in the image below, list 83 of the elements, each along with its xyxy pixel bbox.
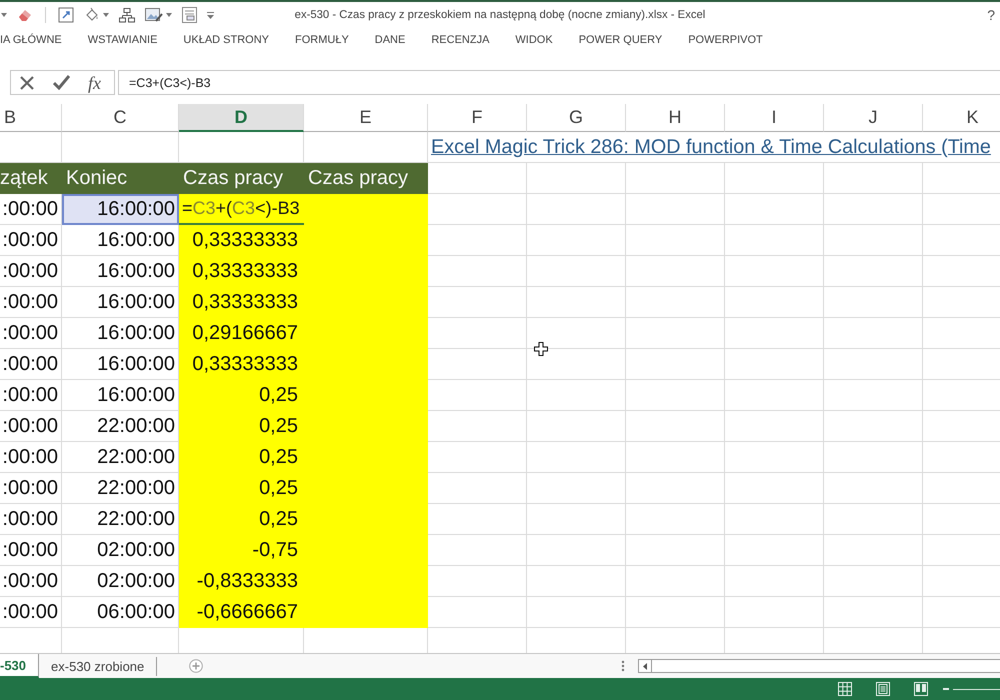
table-cell-text: :00:00 — [1, 569, 59, 594]
header-cell: Czas pracy — [304, 163, 428, 194]
table-cell-text: :00:00 — [1, 600, 59, 625]
table-cell: 0,25 — [179, 380, 304, 411]
table-cell-text: :00:00 — [1, 321, 59, 346]
table-cell: 0,25 — [179, 442, 304, 473]
header-cell: Koniec — [62, 163, 179, 194]
ribbon-tab[interactable]: FORMUŁY — [295, 32, 349, 50]
caret-down-icon[interactable] — [166, 13, 172, 17]
table-cell-text: 02:00:00 — [96, 569, 176, 594]
table-cell-text: 16:00:00 — [96, 383, 176, 408]
formula-input[interactable]: =C3+(C3<)-B3 — [118, 70, 1000, 95]
table-cell-text: :00:00 — [1, 352, 59, 377]
header-cell: Czas pracy — [179, 163, 304, 194]
table-cell: 0,33333333 — [179, 287, 304, 318]
table-cell-text: :00:00 — [1, 290, 59, 315]
caret-down-icon[interactable] — [103, 13, 109, 17]
table-cell-text: 22:00:00 — [96, 476, 176, 501]
table-cell: 0,29166667 — [179, 318, 304, 349]
sheet-tab[interactable]: -530 — [0, 654, 40, 678]
form-icon[interactable] — [182, 7, 197, 23]
table-cell: 0,33333333 — [179, 256, 304, 287]
ribbon-tab[interactable]: IA GŁÓWNE — [0, 32, 62, 50]
paint-bucket-icon[interactable] — [84, 7, 100, 23]
table-cell-text: 22:00:00 — [96, 414, 176, 439]
triangle-left-icon — [643, 662, 647, 670]
sheet-tab[interactable]: ex-530 zrobione — [39, 657, 158, 676]
page-layout-icon[interactable] — [876, 682, 890, 696]
cross-cursor-icon — [534, 342, 548, 356]
table-cell-text: 22:00:00 — [96, 445, 176, 470]
table-cell-text: :00:00 — [1, 507, 59, 532]
table-cell-text: 06:00:00 — [96, 600, 176, 625]
table-cell: 0,25 — [179, 473, 304, 504]
table-cell-text: :00:00 — [1, 476, 59, 501]
table-cell-text: :00:00 — [1, 445, 59, 470]
table-cell: 0,33333333 — [179, 349, 304, 380]
caret-down-icon[interactable] — [1, 13, 7, 17]
ribbon-tab[interactable]: UKŁAD STRONY — [183, 32, 269, 50]
customize-caret-icon[interactable] — [207, 12, 214, 18]
ribbon-tab[interactable]: WIDOK — [515, 32, 553, 50]
table-cell-text: :00:00 — [1, 414, 59, 439]
window-title: ex-530 - Czas pracy z przeskokiem na następną dobę (nocne zmiany).xlsx - Excel — [294, 9, 706, 21]
hierarchy-icon[interactable] — [119, 8, 135, 22]
ribbon-tab[interactable]: DANE — [374, 32, 406, 50]
zoom-slider-track[interactable] — [953, 688, 1000, 690]
table-cell-text: 16:00:00 — [96, 290, 176, 315]
cancel-icon[interactable] — [19, 74, 35, 90]
ribbon-tab[interactable]: POWERPIVOT — [688, 32, 763, 50]
table-cell: 16:00:00 — [62, 194, 179, 225]
table-cell: -0,75 — [179, 535, 304, 566]
picture-edit-icon[interactable] — [145, 7, 163, 23]
column-header[interactable]: D — [179, 104, 304, 132]
table-cell: -0,6666667 — [179, 597, 304, 628]
table-cell: 0,25 — [179, 411, 304, 442]
table-cell-text: 02:00:00 — [96, 538, 176, 563]
table-cell-text: :00:00 — [1, 538, 59, 563]
scroll-left-button[interactable] — [638, 659, 652, 673]
table-cell-text: 16:00:00 — [96, 352, 176, 377]
ribbon-tab[interactable]: RECENZJA — [431, 32, 490, 50]
splitter-icon[interactable] — [621, 660, 625, 672]
add-sheet-icon[interactable] — [189, 659, 204, 673]
insert-function-button[interactable]: fx — [88, 74, 101, 92]
table-cell-text: 22:00:00 — [96, 507, 176, 532]
page-break-icon[interactable] — [914, 682, 928, 696]
header-cell: zątek — [0, 163, 62, 194]
table-cell-text: :00:00 — [1, 383, 59, 408]
table-cell-text: 16:00:00 — [96, 259, 176, 284]
table-cell: 0,25 — [179, 504, 304, 535]
frame-icon[interactable] — [58, 7, 74, 23]
table-cell: -0,8333333 — [179, 566, 304, 597]
table-cell: 0,33333333 — [179, 225, 304, 256]
ribbon-tab[interactable]: POWER QUERY — [578, 32, 662, 50]
table-cell-text: 16:00:00 — [96, 321, 176, 346]
checkmark-icon[interactable] — [53, 75, 70, 90]
table-cell-text: :00:00 — [1, 197, 59, 222]
help-button[interactable]: ? — [985, 7, 997, 23]
eraser-icon[interactable] — [17, 8, 33, 22]
table-cell-text: :00:00 — [1, 228, 59, 253]
table-cell-text: 16:00:00 — [96, 228, 176, 253]
cell-editor[interactable]: =C3+(C3<)-B3 — [179, 194, 304, 225]
ribbon-tab[interactable]: WSTAWIANIE — [88, 32, 158, 50]
grid-view-icon[interactable] — [838, 682, 852, 696]
table-cell-text: :00:00 — [1, 259, 59, 284]
